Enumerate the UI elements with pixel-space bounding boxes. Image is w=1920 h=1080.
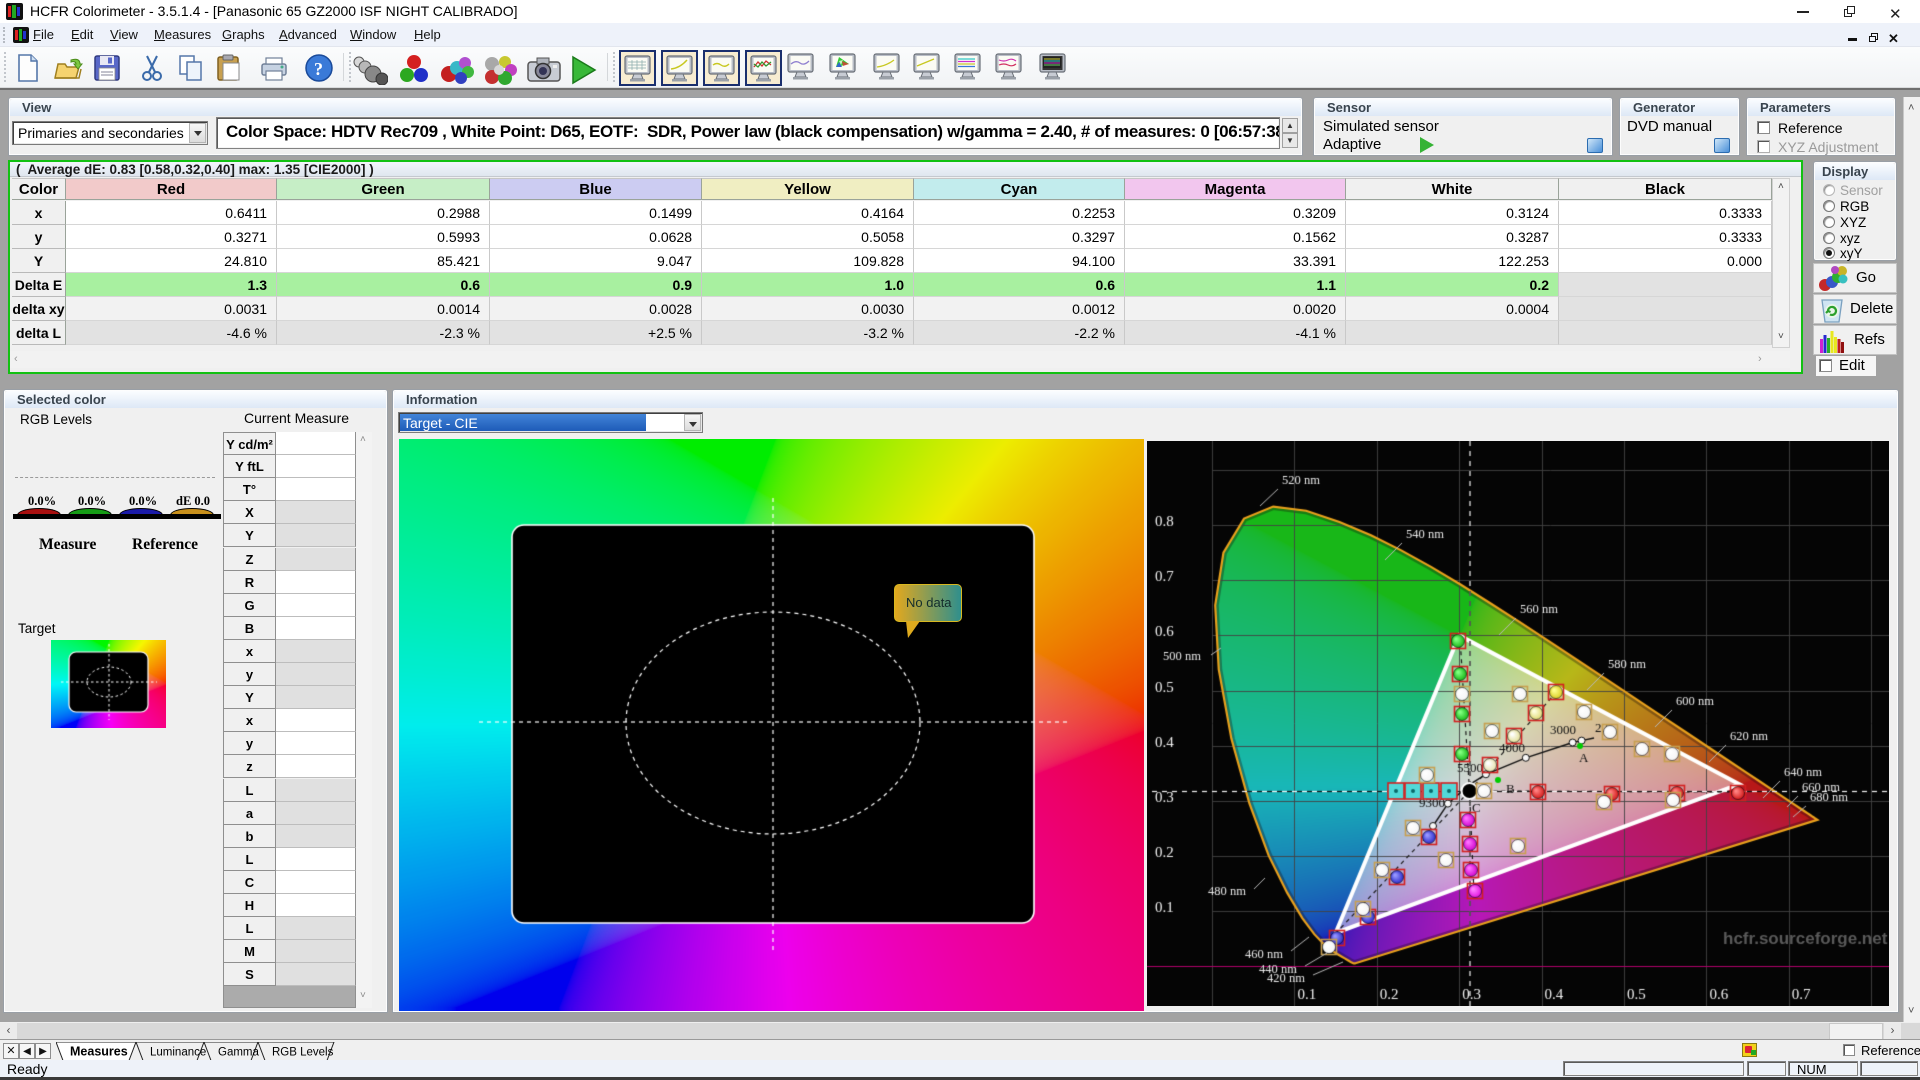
svg-text:?: ? — [314, 59, 323, 79]
svg-text:RGB Levels: RGB Levels — [272, 1047, 334, 1059]
svg-text:Gamma: Gamma — [218, 1047, 260, 1059]
svg-text:Luminance: Luminance — [150, 1047, 206, 1059]
svg-text:Measures: Measures — [70, 1045, 128, 1059]
